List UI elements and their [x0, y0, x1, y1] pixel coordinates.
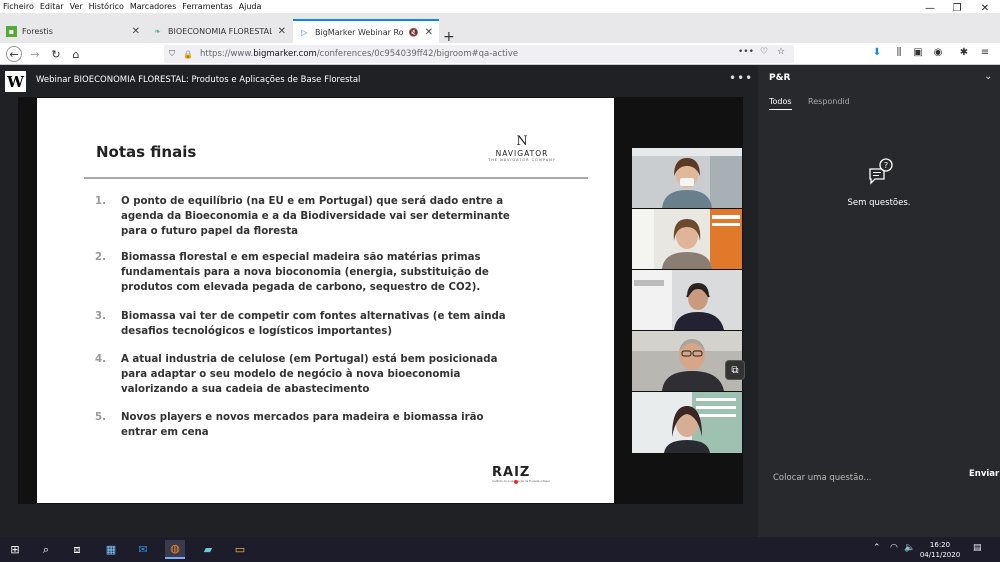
tab-title: BigMarker Webinar Room — [315, 27, 403, 37]
extensions-icon[interactable]: ✱ — [957, 47, 971, 58]
menu-edit[interactable]: Editar — [37, 2, 67, 11]
tab-bar: ▪ Forestis ✕ ❧ BIOECONOMIA FLORESTAL: Pr… — [0, 13, 1000, 45]
tab-answered-questions[interactable]: Respondid — [808, 97, 850, 106]
shield-icon[interactable]: ⛉ — [164, 49, 180, 59]
hamburger-menu-icon[interactable]: ≡ — [978, 47, 992, 58]
menu-bookmarks[interactable]: Marcadores — [127, 2, 179, 11]
chevron-down-icon[interactable]: ⌄ — [984, 71, 992, 82]
volume-muted-icon[interactable]: 🔈 — [904, 543, 915, 553]
calculator-icon[interactable]: ▦ — [101, 540, 121, 559]
list-item: 3. Biomassa vai ter de competir com fonte… — [95, 311, 506, 337]
navigator-company-logo: N NAVIGATOR THE NAVIGATOR COMPANY — [488, 134, 556, 162]
bigmarker-favicon-icon: ▷ — [301, 27, 308, 37]
tab-all-questions[interactable]: Todos — [769, 97, 792, 110]
send-question-button[interactable]: Enviar — [969, 469, 999, 479]
url-bar[interactable]: ⛉ 🔒 https://www.bigmarker.com/conference… — [164, 45, 794, 63]
qa-panel-title: P&R — [769, 73, 791, 83]
menu-tools[interactable]: Ferramentas — [179, 2, 235, 11]
home-icon[interactable]: ⌂ — [68, 46, 84, 62]
start-windows-icon[interactable]: ⊞ — [5, 540, 25, 559]
leaf-favicon-icon: ❧ — [154, 26, 161, 36]
pocket-icon[interactable]: ♡ — [760, 47, 768, 57]
lock-icon[interactable]: 🔒 — [180, 50, 196, 59]
webcam-feed[interactable] — [632, 209, 742, 269]
menu-file[interactable]: Ficheiro — [0, 2, 37, 11]
presentation-slide: Notas finais N NAVIGATOR THE NAVIGATOR C… — [37, 98, 614, 503]
menu-view[interactable]: Ver — [67, 2, 86, 11]
tab-bigmarker[interactable]: ▷ BigMarker Webinar Room 🔇 ✕ — [293, 19, 439, 43]
library-icon[interactable]: ⫼ — [892, 47, 906, 58]
account-icon[interactable]: ◉ — [931, 47, 945, 58]
windows-taskbar: ⊞ ⌕ ⧈ ▦ ✉ ◍ ▰ ▭ ⌃ ◠ 🔈 16:20 04/11/2020 ▤ — [0, 537, 1000, 562]
tab-forestis[interactable]: ▪ Forestis ✕ — [0, 19, 146, 43]
tab-close-icon[interactable]: ✕ — [425, 27, 433, 38]
navigation-bar: ← → ↻ ⌂ ⛉ 🔒 https://www.bigmarker.com/co… — [0, 43, 1000, 65]
list-item: 1. O ponto de equilíbrio (na EU e em Port… — [95, 196, 510, 237]
qa-panel: P&R ⌄ Todos Respondid ? Sem questões. Co… — [758, 65, 1000, 537]
url-text[interactable]: https://www.bigmarker.com/conferences/0c… — [200, 49, 518, 59]
download-icon[interactable]: ⬇ — [870, 47, 884, 58]
list-item: 5. Novos players e novos mercados para ma… — [95, 412, 484, 438]
forestis-favicon-icon: ▪ — [6, 25, 17, 37]
forward-button[interactable]: → — [27, 46, 43, 62]
tab-title: BIOECONOMIA FLORESTAL: Pro — [168, 26, 272, 36]
network-icon[interactable]: ◠ — [890, 543, 898, 553]
svg-text:?: ? — [884, 161, 888, 170]
webinar-header: W Webinar BIOECONOMIA FLORESTAL: Produto… — [0, 65, 758, 95]
tab-close-icon[interactable]: ✕ — [132, 26, 140, 37]
tab-title: Forestis — [22, 26, 53, 36]
mute-tab-icon[interactable]: 🔇 — [409, 28, 419, 37]
slide-divider — [84, 177, 588, 179]
raiz-logo: RAIZ Instituto de Investigação da Flores… — [492, 465, 550, 484]
webcam-feed[interactable] — [632, 270, 742, 330]
webinar-title: Webinar BIOECONOMIA FLORESTAL: Produtos … — [36, 75, 361, 85]
tab-bioeconomia[interactable]: ❧ BIOECONOMIA FLORESTAL: Pro ✕ — [146, 19, 292, 43]
question-input[interactable]: Colocar uma questão... — [773, 473, 872, 483]
webcam-feed[interactable] — [632, 148, 742, 208]
page-actions-button[interactable]: ••• — [738, 47, 754, 57]
reload-button[interactable]: ↻ — [48, 46, 64, 62]
list-item: 2. Biomassa florestal e em especial madei… — [95, 252, 489, 293]
bigmarker-logo: W — [5, 71, 26, 92]
webcam-feed[interactable] — [632, 392, 742, 453]
task-view-icon[interactable]: ⧈ — [67, 540, 87, 559]
notifications-icon[interactable]: ▤ — [973, 543, 982, 553]
system-clock[interactable]: 16:20 04/11/2020 — [916, 540, 964, 560]
firefox-icon[interactable]: ◍ — [165, 540, 185, 559]
menu-bar: Ficheiro Editar Ver Histórico Marcadores… — [0, 0, 1000, 13]
sidebar-icon[interactable]: ▣ — [911, 47, 925, 58]
back-button[interactable]: ← — [6, 46, 22, 62]
bookmark-star-icon[interactable]: ☆ — [777, 47, 785, 57]
more-options-button[interactable]: ••• — [729, 71, 753, 85]
qa-empty-message: Sem questões. — [847, 198, 911, 208]
menu-history[interactable]: Histórico — [86, 2, 127, 11]
search-icon[interactable]: ⌕ — [36, 540, 56, 559]
tab-close-icon[interactable]: ✕ — [278, 26, 286, 37]
notes-app-icon[interactable]: ▰ — [198, 540, 218, 559]
question-bubble-icon: ? — [869, 158, 893, 185]
outlook-icon[interactable]: ✉ — [133, 540, 153, 559]
file-explorer-icon[interactable]: ▭ — [230, 540, 250, 559]
menu-help[interactable]: Ajuda — [236, 2, 265, 11]
slide-title: Notas finais — [96, 143, 197, 161]
picture-in-picture-icon[interactable]: ⧉ — [725, 360, 745, 380]
tray-chevron-up-icon[interactable]: ⌃ — [873, 543, 881, 553]
list-item: 4. A atual industria de celulose (em Port… — [95, 354, 498, 395]
